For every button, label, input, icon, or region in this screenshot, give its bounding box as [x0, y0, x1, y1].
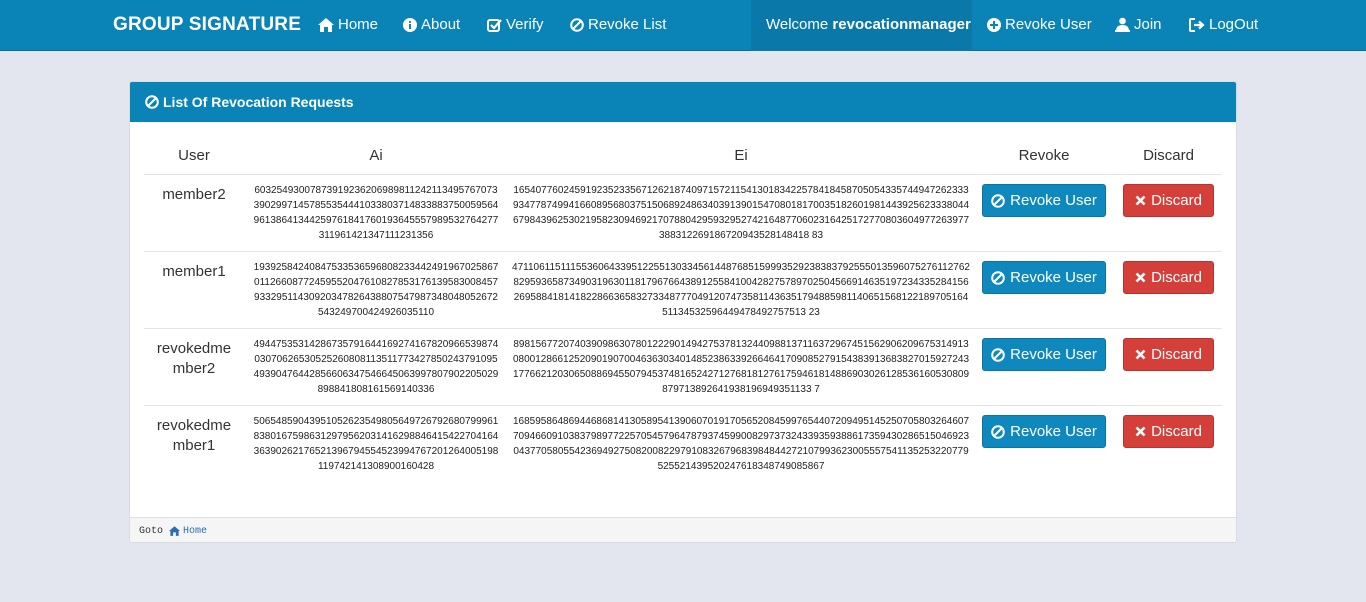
nav-about[interactable]: About — [403, 16, 460, 33]
footer-goto: Goto — [139, 525, 164, 537]
welcome-prefix: Welcome — [766, 16, 833, 33]
top-navbar: GROUP SIGNATURE Home About Verify Revoke… — [0, 0, 1366, 51]
ai-cell: 1939258424084753353659680823344249196702… — [253, 262, 499, 318]
close-icon — [1135, 349, 1146, 360]
ban-icon — [991, 270, 1005, 285]
info-circle-icon — [403, 17, 417, 32]
ei-cell: 1685958648694468681413058954139060701917… — [512, 416, 970, 472]
discard-button-label: Discard — [1151, 269, 1202, 286]
nav-logout-label: LogOut — [1209, 16, 1259, 33]
nav-logout[interactable]: LogOut — [1189, 16, 1258, 33]
discard-button[interactable]: Discard — [1123, 184, 1214, 217]
header-divider — [144, 174, 1222, 175]
nav-revoke-user-label: Revoke User — [1005, 16, 1092, 33]
discard-button[interactable]: Discard — [1123, 261, 1214, 294]
ai-cell: 5065485904395105262354980564972679268079… — [253, 416, 499, 472]
home-icon — [169, 526, 181, 536]
ei-cell: 1654077602459192352335671262187409715721… — [512, 185, 970, 241]
ban-icon — [570, 17, 584, 32]
panel-heading: List Of Revocation Requests — [130, 82, 1236, 122]
ei-cell: 8981567720740390986307801222901494275378… — [512, 339, 970, 395]
close-icon — [1135, 426, 1146, 437]
revoke-button-label: Revoke User — [1010, 192, 1097, 209]
user-cell: member1 — [162, 263, 226, 280]
footer-home-link[interactable]: Home — [169, 526, 207, 537]
user-cell: member2 — [162, 186, 226, 203]
sign-out-icon — [1189, 17, 1205, 32]
ban-icon — [991, 347, 1005, 362]
nav-join[interactable]: Join — [1115, 16, 1162, 33]
footer-home-label: Home — [183, 525, 208, 537]
ban-icon — [991, 424, 1005, 439]
column-header-ai: Ai — [369, 147, 383, 164]
close-icon — [1135, 272, 1146, 283]
revoke-user-button[interactable]: Revoke User — [982, 184, 1106, 217]
discard-button-label: Discard — [1151, 346, 1202, 363]
nav-home[interactable]: Home — [318, 16, 378, 33]
revoke-button-label: Revoke User — [1010, 346, 1097, 363]
revoke-button-label: Revoke User — [1010, 423, 1097, 440]
welcome-message: Welcome revocationmanager — [766, 16, 971, 33]
user-icon — [1115, 17, 1130, 32]
nav-revoke-user[interactable]: Revoke User — [987, 16, 1092, 33]
nav-home-label: Home — [338, 16, 379, 33]
close-icon — [1135, 195, 1146, 206]
nav-verify[interactable]: Verify — [487, 16, 544, 33]
nav-revoke-list-label: Revoke List — [588, 16, 667, 33]
home-icon — [318, 17, 334, 32]
column-header-discard: Discard — [1143, 147, 1194, 164]
ei-cell: 4711061151115536064339512255130334561448… — [512, 262, 970, 318]
nav-revoke-list[interactable]: Revoke List — [570, 16, 666, 33]
user-cell: revokedme mber1 — [156, 417, 232, 454]
brand-link[interactable]: GROUP SIGNATURE — [113, 14, 301, 36]
revoke-user-button[interactable]: Revoke User — [982, 338, 1106, 371]
panel-footer: Goto Home — [130, 517, 1236, 542]
ai-cell: 6032549300787391923620698981124211349576… — [253, 185, 499, 241]
column-header-user: User — [178, 147, 210, 164]
column-header-revoke: Revoke — [1018, 147, 1070, 164]
ban-icon — [145, 95, 159, 109]
ban-icon — [991, 193, 1005, 208]
discard-button-label: Discard — [1151, 423, 1202, 440]
welcome-username: revocationmanager — [832, 16, 971, 33]
revoke-button-label: Revoke User — [1010, 269, 1097, 286]
discard-button[interactable]: Discard — [1123, 415, 1214, 448]
check-square-icon — [487, 18, 502, 32]
column-header-ei: Ei — [734, 147, 748, 164]
discard-button[interactable]: Discard — [1123, 338, 1214, 371]
plus-circle-icon — [987, 17, 1001, 32]
panel-title: List Of Revocation Requests — [163, 94, 354, 110]
row-divider — [144, 405, 1222, 406]
row-divider — [144, 328, 1222, 329]
nav-join-label: Join — [1134, 16, 1162, 33]
nav-verify-label: Verify — [506, 16, 544, 33]
revoke-user-button[interactable]: Revoke User — [982, 415, 1106, 448]
user-cell: revokedme mber2 — [156, 340, 232, 377]
discard-button-label: Discard — [1151, 192, 1202, 209]
ai-cell: 4944753531428673579164416927416782096653… — [253, 339, 499, 395]
row-divider — [144, 251, 1222, 252]
nav-about-label: About — [421, 16, 461, 33]
revoke-user-button[interactable]: Revoke User — [982, 261, 1106, 294]
